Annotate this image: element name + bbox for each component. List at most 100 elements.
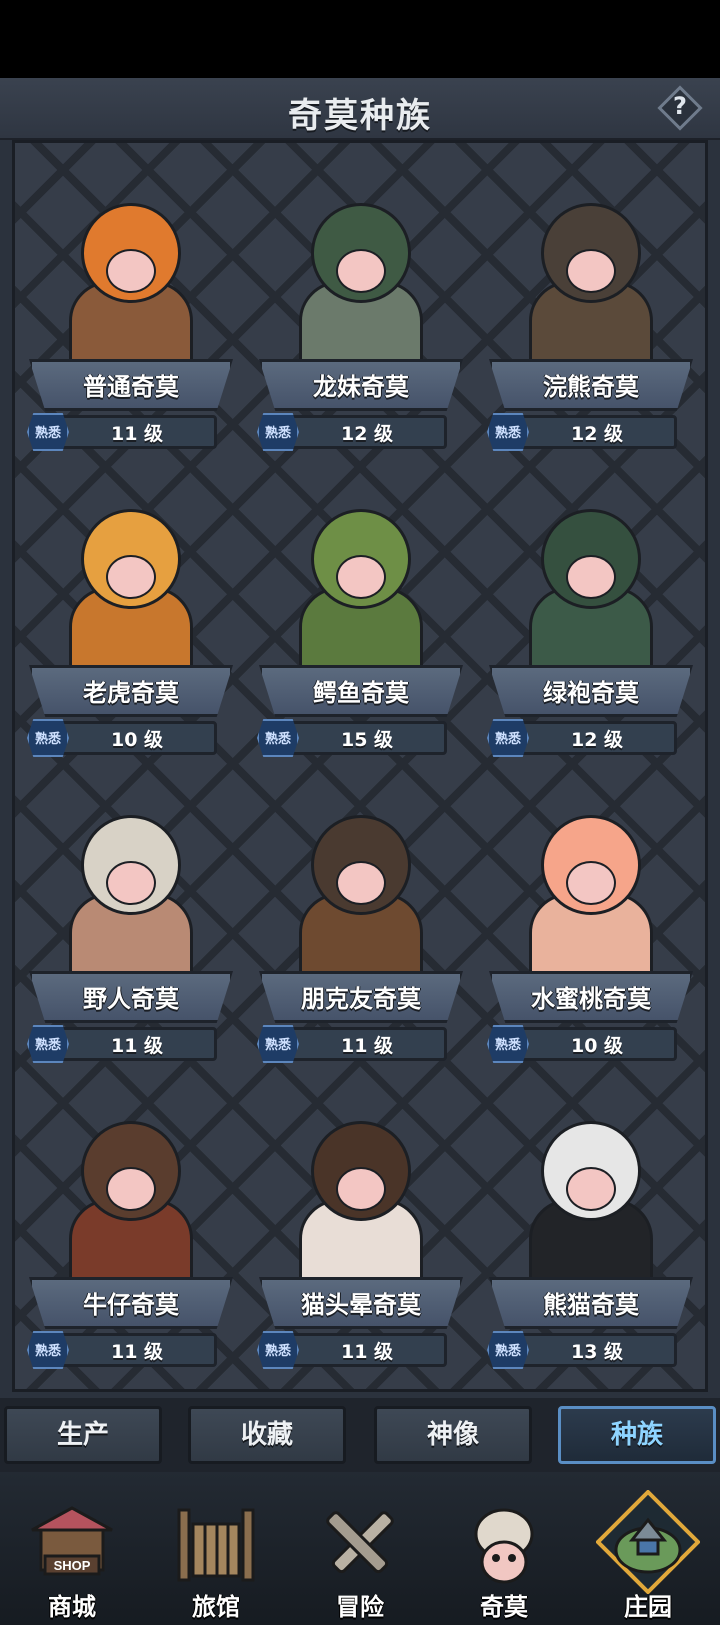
portrait-face [106, 249, 156, 293]
shop-sign: SHOP [54, 1558, 91, 1573]
portrait-face [336, 861, 386, 905]
race-portrait [281, 801, 441, 985]
familiar-badge-label: 熟悉 [494, 426, 521, 441]
race-name: 猫头晕奇莫 [301, 1291, 421, 1319]
help-button[interactable]: ? [657, 85, 703, 131]
question-mark-icon: ? [673, 92, 687, 120]
familiar-badge-label: 熟悉 [494, 732, 521, 747]
race-level: 10 级 [110, 729, 164, 751]
race-name: 普通奇莫 [83, 373, 179, 401]
nav-label: 冒险 [336, 1593, 384, 1621]
familiar-badge-label: 熟悉 [494, 1344, 521, 1359]
race-level: 12 级 [570, 729, 624, 751]
race-level: 13 级 [570, 1341, 624, 1363]
race-portrait [51, 189, 211, 373]
tab-collection[interactable]: 收藏 [188, 1406, 346, 1464]
portrait-face [566, 1167, 616, 1211]
bottom-nav: SHOP 商城 旅馆 冒险 奇莫 庄园 [0, 1472, 720, 1625]
race-card-1[interactable]: 龙妹奇莫 12 级 熟悉 [251, 189, 471, 479]
race-portrait [51, 1107, 211, 1291]
tab-statue[interactable]: 神像 [374, 1406, 532, 1464]
tab-label: 生产 [56, 1420, 109, 1450]
nav-manor[interactable]: 庄园 [576, 1472, 720, 1625]
familiar-badge-label: 熟悉 [34, 1038, 61, 1053]
race-card-9[interactable]: 牛仔奇莫 11 级 熟悉 [21, 1107, 241, 1397]
race-level: 11 级 [110, 1341, 164, 1363]
nav-inn[interactable]: 旅馆 [144, 1472, 288, 1625]
race-level: 11 级 [340, 1341, 394, 1363]
race-level: 12 级 [340, 423, 394, 445]
qimo-character-icon [474, 1508, 534, 1584]
race-name: 鳄鱼奇莫 [313, 679, 409, 707]
tab-label: 收藏 [240, 1420, 293, 1450]
shop-icon: SHOP [31, 1506, 113, 1576]
tab-label: 种族 [610, 1420, 663, 1450]
sub-tab-bar: 生产 收藏 神像 种族 [0, 1398, 720, 1472]
race-portrait [511, 495, 671, 679]
race-card-7[interactable]: 朋克友奇莫 11 级 熟悉 [251, 801, 471, 1091]
race-grid: 普通奇莫 11 级 熟悉 龙妹奇莫 12 级 熟悉 浣熊奇莫 12 级 熟悉 老… [12, 140, 708, 1392]
nav-adventure[interactable]: 冒险 [288, 1472, 432, 1625]
portrait-face [336, 1167, 386, 1211]
race-card-10[interactable]: 猫头晕奇莫 11 级 熟悉 [251, 1107, 471, 1397]
tab-race[interactable]: 种族 [558, 1406, 716, 1464]
race-card-5[interactable]: 绿袍奇莫 12 级 熟悉 [481, 495, 701, 785]
tab-production[interactable]: 生产 [4, 1406, 162, 1464]
manor-island-icon [596, 1490, 700, 1594]
race-name: 龙妹奇莫 [313, 373, 409, 401]
familiar-badge-label: 熟悉 [34, 732, 61, 747]
race-portrait [281, 495, 441, 679]
portrait-face [566, 861, 616, 905]
status-bar [0, 0, 720, 78]
familiar-badge-label: 熟悉 [264, 1344, 291, 1359]
race-card-3[interactable]: 老虎奇莫 10 级 熟悉 [21, 495, 241, 785]
tab-label: 神像 [426, 1420, 479, 1450]
race-portrait [511, 1107, 671, 1291]
familiar-badge-label: 熟悉 [264, 732, 291, 747]
page-title: 奇莫种族 [288, 96, 432, 136]
race-card-2[interactable]: 浣熊奇莫 12 级 熟悉 [481, 189, 701, 479]
nav-label: 旅馆 [192, 1593, 240, 1621]
nav-qimo[interactable]: 奇莫 [432, 1472, 576, 1625]
race-portrait [51, 495, 211, 679]
race-card-8[interactable]: 水蜜桃奇莫 10 级 熟悉 [481, 801, 701, 1091]
race-panel: 奇莫种族 ? 普通奇莫 11 级 熟悉 龙妹奇莫 12 级 熟悉 浣熊奇莫 12… [0, 78, 720, 1398]
portrait-face [566, 249, 616, 293]
race-portrait [281, 189, 441, 373]
familiar-badge-label: 熟悉 [264, 1038, 291, 1053]
inn-gate-icon [177, 1508, 255, 1582]
race-level: 10 级 [570, 1035, 624, 1057]
race-level: 11 级 [110, 423, 164, 445]
race-name: 绿袍奇莫 [543, 679, 639, 707]
nav-shop[interactable]: SHOP 商城 [0, 1472, 144, 1625]
portrait-face [566, 555, 616, 599]
nav-label: 奇莫 [480, 1593, 528, 1621]
race-name: 浣熊奇莫 [543, 373, 639, 401]
nav-label: 庄园 [624, 1593, 672, 1621]
portrait-face [106, 861, 156, 905]
race-level: 11 级 [340, 1035, 394, 1057]
portrait-face [106, 1167, 156, 1211]
race-card-6[interactable]: 野人奇莫 11 级 熟悉 [21, 801, 241, 1091]
portrait-face [336, 555, 386, 599]
race-portrait [281, 1107, 441, 1291]
race-portrait [511, 801, 671, 985]
panel-header: 奇莫种族 ? [0, 78, 720, 140]
familiar-badge-label: 熟悉 [34, 426, 61, 441]
race-card-11[interactable]: 熊猫奇莫 13 级 熟悉 [481, 1107, 701, 1397]
race-level: 15 级 [340, 729, 394, 751]
race-portrait [511, 189, 671, 373]
race-card-0[interactable]: 普通奇莫 11 级 熟悉 [21, 189, 241, 479]
race-name: 朋克友奇莫 [301, 985, 421, 1013]
race-portrait [51, 801, 211, 985]
race-name: 熊猫奇莫 [543, 1291, 639, 1319]
race-name: 老虎奇莫 [83, 679, 179, 707]
familiar-badge-label: 熟悉 [34, 1344, 61, 1359]
race-level: 12 级 [570, 423, 624, 445]
portrait-face [336, 249, 386, 293]
nav-label: 商城 [48, 1593, 96, 1621]
familiar-badge-label: 熟悉 [494, 1038, 521, 1053]
crossed-swords-icon [326, 1511, 394, 1574]
race-card-4[interactable]: 鳄鱼奇莫 15 级 熟悉 [251, 495, 471, 785]
race-name: 水蜜桃奇莫 [531, 985, 651, 1013]
